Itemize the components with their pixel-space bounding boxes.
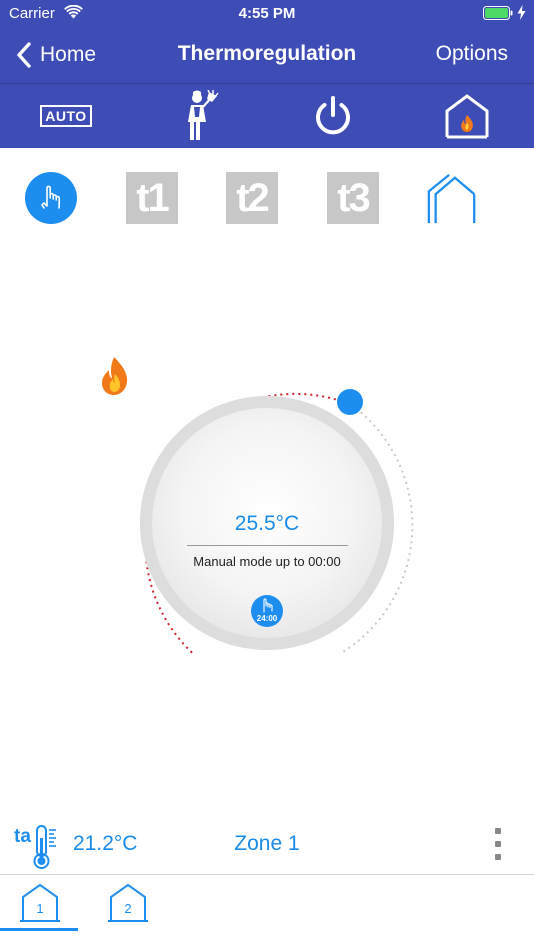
t2-mode-button[interactable]: t2 (226, 172, 278, 224)
hand-pointer-icon (263, 598, 273, 613)
nav-bar: Home Thermoregulation Options (0, 28, 534, 83)
mode-selector: t1 t2 t3 (0, 170, 534, 230)
thermometer-icon: ta (14, 825, 56, 869)
selected-tab-indicator (0, 928, 78, 931)
manual-timer-badge[interactable]: 24:00 (251, 595, 283, 627)
battery-icon (483, 6, 513, 20)
power-button[interactable] (310, 84, 356, 148)
current-temperature: 21.2°C (73, 832, 138, 855)
clock: 4:55 PM (238, 5, 296, 22)
options-button[interactable]: Options (436, 42, 508, 66)
toolbar: AUTO (0, 84, 534, 148)
antifreeze-mode-button[interactable] (426, 172, 480, 226)
dial-divider (187, 545, 348, 546)
zone-tabs: 1 2 (0, 875, 534, 950)
temperature-knob[interactable] (337, 389, 363, 415)
back-label: Home (40, 43, 97, 66)
home-heating-icon (445, 94, 489, 139)
power-icon (316, 96, 350, 135)
zone-info-row: ta 21.2°C Zone 1 (0, 820, 534, 870)
charging-bolt-icon (517, 5, 526, 20)
t1-mode-button[interactable]: t1 (126, 172, 178, 224)
more-options-button[interactable] (488, 826, 508, 862)
house-icon: 2 (108, 883, 148, 922)
badge-time: 24:00 (256, 614, 278, 623)
header: Carrier 4:55 PM Home Thermoregulation Op… (0, 0, 534, 83)
manual-mode-button[interactable] (25, 172, 77, 224)
cleaning-mode-button[interactable] (178, 84, 222, 148)
zone-tab-2-label: 2 (124, 901, 131, 916)
auto-mode-icon: AUTO (40, 105, 92, 127)
house-icon: 1 (20, 883, 60, 922)
svg-text:ta: ta (14, 826, 31, 847)
zone-tab-1[interactable]: 1 (10, 883, 70, 929)
home-heating-button[interactable] (440, 84, 494, 148)
mode-status-text: Manual mode up to 00:00 (193, 554, 341, 569)
status-bar: Carrier 4:55 PM (0, 0, 534, 28)
more-dot (495, 841, 501, 847)
more-dot (495, 828, 501, 834)
more-dot (495, 854, 501, 860)
chevron-left-icon (17, 42, 31, 68)
hand-pointer-icon (41, 185, 60, 209)
back-button[interactable]: Home (16, 40, 96, 70)
set-temperature: 25.5°C (234, 512, 300, 535)
t3-mode-button[interactable]: t3 (327, 172, 379, 224)
auto-mode-button[interactable]: AUTO (36, 84, 96, 148)
cleaning-lady-icon (188, 90, 219, 140)
zone-tab-2[interactable]: 2 (98, 883, 158, 929)
zone-tab-1-label: 1 (36, 901, 43, 916)
house-outline-icon (427, 173, 476, 224)
thermostat-dial[interactable]: 25.5°C Manual mode up to 00:00 24:00 (100, 356, 434, 690)
flame-icon (102, 357, 128, 395)
